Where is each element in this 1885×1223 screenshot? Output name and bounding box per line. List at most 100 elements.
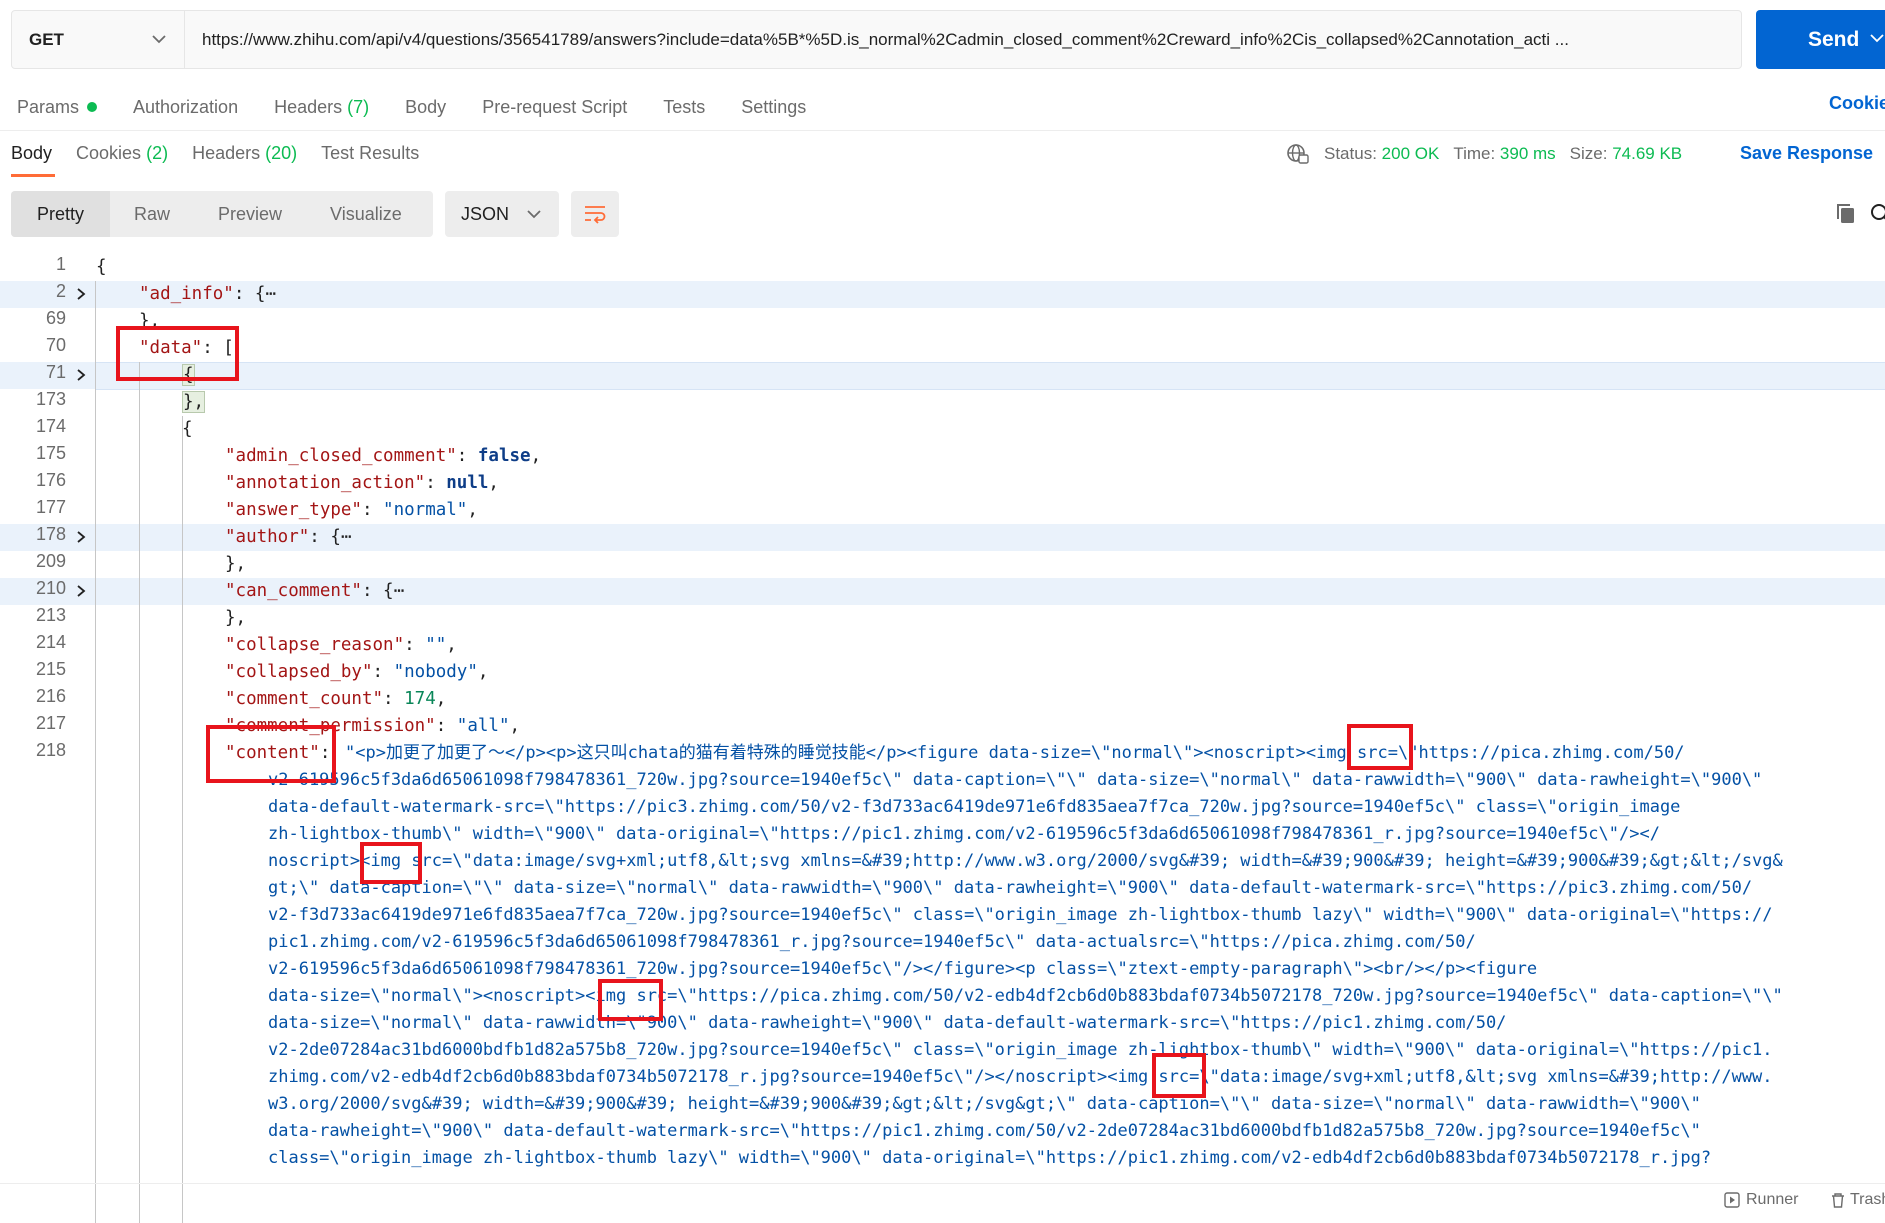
size-value[interactable]: 74.69 KB: [1612, 144, 1682, 164]
view-visualize[interactable]: Visualize: [306, 191, 426, 237]
tab-body[interactable]: Body: [405, 93, 446, 121]
json-value: "nobody": [393, 662, 478, 682]
line-number: 213: [35, 605, 66, 625]
code-line: },: [225, 554, 247, 574]
code-line: "comment_count": 174,: [225, 689, 447, 709]
tab-response-body[interactable]: Body: [11, 143, 52, 164]
code-line: "author": {⋯: [225, 524, 351, 551]
content-string-line: w3.org/2000/svg&#39; width=&#39;900&#39;…: [268, 1094, 1701, 1114]
send-button[interactable]: Send: [1756, 10, 1885, 69]
indent-guide: [139, 362, 140, 1223]
chevron-right-icon[interactable]: [74, 287, 88, 301]
search-icon[interactable]: [1869, 202, 1885, 226]
send-label: Send: [1808, 27, 1860, 51]
params-active-dot: [87, 102, 98, 112]
json-key: "annotation_action": [225, 473, 426, 493]
url-text: https://www.zhihu.com/api/v4/questions/3…: [202, 29, 1569, 49]
code-line: {: [96, 257, 107, 277]
request-bar: GET https://www.zhihu.com/api/v4/questio…: [11, 10, 1742, 69]
tab-params[interactable]: Params: [17, 93, 98, 121]
content-string-line: data-default-watermark-src=\"https://pic…: [268, 797, 1681, 817]
cookies-link[interactable]: Cookie: [1829, 93, 1885, 114]
runner-label: Runner: [1746, 1191, 1799, 1208]
globe-icon[interactable]: [1286, 143, 1310, 165]
tab-label: Tests: [663, 96, 706, 117]
content-string-line: pic1.zhimg.com/v2-619596c5f3da6d65061098…: [268, 932, 1476, 952]
json-key: "answer_type": [225, 500, 362, 520]
annotation-box: [1152, 1053, 1206, 1098]
chevron-down-icon: [152, 35, 166, 44]
copy-icon[interactable]: [1834, 202, 1858, 226]
annotation-box: [360, 842, 422, 884]
line-number: 175: [35, 443, 66, 463]
chevron-right-icon[interactable]: [74, 584, 88, 598]
content-string-line: zhimg.com/v2-edb4df2cb6d0b883bdaf0734b50…: [268, 1067, 1773, 1087]
tab-count: (2): [146, 143, 169, 163]
tab-headers[interactable]: Headers (7): [274, 93, 369, 121]
code-line: "can_comment": {⋯: [225, 578, 404, 605]
tab-label: Body: [11, 143, 53, 163]
chevron-right-icon[interactable]: [74, 368, 88, 382]
json-value: "all": [456, 716, 510, 736]
format-select[interactable]: JSON: [445, 191, 559, 237]
tab-test-results[interactable]: Test Results: [321, 143, 419, 164]
wrap-lines-button[interactable]: [571, 191, 619, 237]
content-string-line: data-size=\"normal\"><noscript><img src=…: [268, 986, 1783, 1006]
view-preview[interactable]: Preview: [194, 191, 306, 237]
method-label: GET: [29, 29, 64, 49]
trash-button[interactable]: Trash: [1830, 1191, 1885, 1209]
request-tabs: Params Authorization Headers (7) Body Pr…: [17, 93, 842, 121]
url-input[interactable]: https://www.zhihu.com/api/v4/questions/3…: [185, 11, 1741, 68]
line-number: 215: [35, 659, 66, 679]
tab-authorization[interactable]: Authorization: [133, 93, 238, 121]
content-string-line: v2-f3d733ac6419de971e6fd835aea7f7ca_720w…: [268, 905, 1773, 925]
active-tab-underline: [11, 174, 55, 177]
chevron-right-icon[interactable]: [74, 530, 88, 544]
tab-settings[interactable]: Settings: [741, 93, 806, 121]
content-string-line: zh-lightbox-thumb\" width=\"900\" data-o…: [268, 824, 1660, 844]
divider: [0, 130, 1885, 131]
current-line-border: [95, 389, 1885, 390]
chevron-down-icon: [527, 209, 541, 218]
line-number: 210: [35, 578, 66, 598]
content-string-line: v2-2de07284ac31bd6000bdfb1d82a575b8_720w…: [268, 1040, 1773, 1060]
tab-tests[interactable]: Tests: [663, 93, 705, 121]
tab-response-headers[interactable]: Headers (20): [192, 143, 297, 164]
content-string-line: v2-619596c5f3da6d65061098f798478361_720w…: [268, 770, 1763, 790]
code-line: {: [182, 419, 193, 439]
tab-label: Body: [405, 96, 447, 117]
json-value: null: [446, 473, 489, 493]
json-key: "collapse_reason": [225, 635, 405, 655]
line-number: 70: [45, 335, 66, 355]
line-number: 178: [35, 524, 66, 544]
tab-label: Cookies: [76, 143, 142, 163]
json-value: "normal": [383, 500, 468, 520]
tab-pre-request-script[interactable]: Pre-request Script: [482, 93, 627, 121]
view-raw[interactable]: Raw: [110, 191, 194, 237]
json-value: 174: [404, 689, 436, 709]
line-number: 1: [55, 254, 66, 274]
status-value[interactable]: 200 OK: [1382, 144, 1440, 164]
code-line: "answer_type": "normal",: [225, 500, 478, 520]
status-bar: Runner Trash: [0, 1183, 1885, 1211]
tab-count: (7): [347, 96, 370, 117]
response-status: Status: 200 OK Time: 390 ms Size: 74.69 …: [1286, 143, 1682, 165]
content-string-line: v2-619596c5f3da6d65061098f798478361_720w…: [268, 959, 1538, 979]
trash-icon: [1832, 1193, 1844, 1208]
json-value: "": [425, 635, 447, 655]
trash-label: Trash: [1850, 1191, 1885, 1208]
matched-brace: },: [182, 391, 206, 413]
content-string-line: "<p>加更了加更了～</p><p>这只叫chata的猫有着特殊的睡觉技能</p…: [345, 743, 1685, 763]
method-select[interactable]: GET: [12, 11, 185, 68]
send-dropdown-icon[interactable]: [1870, 34, 1884, 43]
runner-button[interactable]: Runner: [1724, 1191, 1798, 1209]
status-label: Status:: [1324, 144, 1377, 163]
code-line: },: [225, 608, 247, 628]
code-line: "annotation_action": null,: [225, 473, 499, 493]
save-response-button[interactable]: Save Response: [1740, 143, 1873, 164]
tab-response-cookies[interactable]: Cookies (2): [76, 143, 168, 164]
code-line: "collapsed_by": "nobody",: [225, 662, 489, 682]
json-key: "admin_closed_comment": [225, 446, 457, 466]
time-value[interactable]: 390 ms: [1500, 144, 1556, 164]
view-pretty[interactable]: Pretty: [11, 191, 110, 237]
